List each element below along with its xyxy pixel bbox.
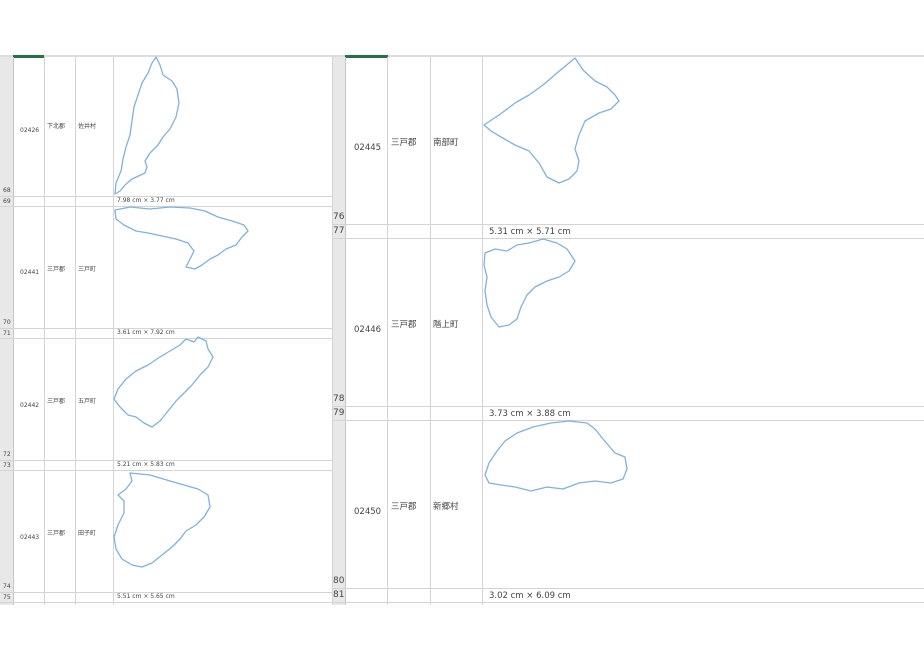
- municipality-outline-image[interactable]: [0, 55, 333, 605]
- municipality-outline-image[interactable]: [333, 55, 924, 605]
- right-sheet-panel: 76 77 02445 三戸郡 南部町 5.31 cm × 5.71 cm 78…: [333, 55, 924, 605]
- image-size-cell[interactable]: 3.02 cm × 6.09 cm: [489, 591, 571, 601]
- left-sheet-panel: 68 69 02426 下北郡 佐井村 7.98 cm × 3.77 cm 70…: [0, 55, 333, 605]
- image-size-cell[interactable]: 5.51 cm × 5.65 cm: [117, 593, 175, 600]
